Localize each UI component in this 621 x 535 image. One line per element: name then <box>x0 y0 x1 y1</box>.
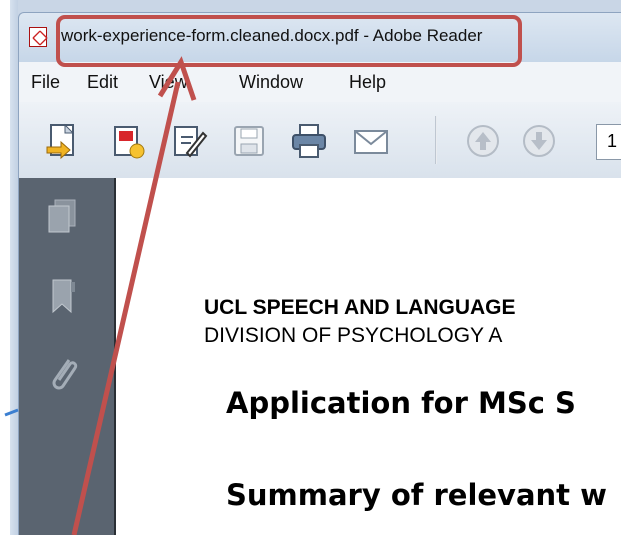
print-icon[interactable] <box>289 121 329 161</box>
page-number-input[interactable]: 1 <box>596 124 621 160</box>
next-page-icon[interactable] <box>519 121 559 161</box>
title-highlight-box <box>56 15 522 67</box>
toolbar-separator <box>435 116 437 164</box>
menu-file[interactable]: File <box>31 72 60 93</box>
sign-edit-icon[interactable] <box>169 121 209 161</box>
navigation-pane <box>18 178 115 535</box>
document-page: UCL SPEECH AND LANGUAGE DIVISION OF PSYC… <box>114 178 621 535</box>
document-header-line: UCL SPEECH AND LANGUAGE <box>204 296 516 319</box>
menu-window[interactable]: Window <box>239 72 303 93</box>
document-heading: Application for MSc S <box>226 386 576 420</box>
save-icon[interactable] <box>229 121 269 161</box>
attachment-icon[interactable] <box>43 352 83 396</box>
bookmark-icon[interactable] <box>43 274 83 318</box>
email-icon[interactable] <box>351 121 391 161</box>
menu-help[interactable]: Help <box>349 72 386 93</box>
previous-page-icon[interactable] <box>463 121 503 161</box>
menu-edit[interactable]: Edit <box>87 72 118 93</box>
open-icon[interactable] <box>43 121 83 161</box>
adobe-reader-icon[interactable] <box>29 27 47 47</box>
document-subheader-line: DIVISION OF PSYCHOLOGY A <box>204 324 503 347</box>
reader-window: work-experience-form.cleaned.docx.pdf - … <box>0 0 621 535</box>
toolbar: 1 <box>18 102 621 179</box>
create-pdf-icon[interactable] <box>109 121 149 161</box>
window-edge <box>0 0 18 535</box>
pages-icon[interactable] <box>43 196 83 240</box>
menu-bar: File Edit View Window Help <box>18 62 621 102</box>
menu-view[interactable]: View <box>149 72 188 93</box>
document-section-heading: Summary of relevant w <box>226 478 607 512</box>
